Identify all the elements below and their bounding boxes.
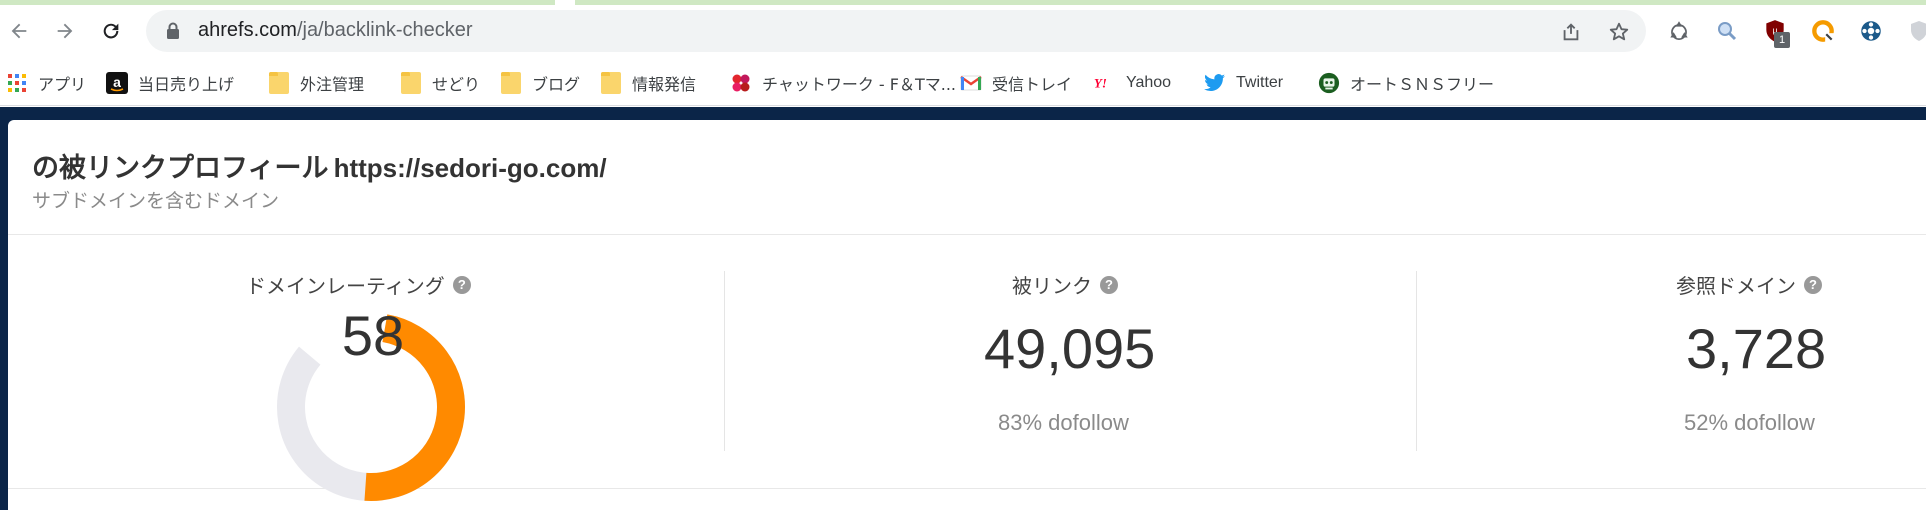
browser-toolbar: ahrefs.com/ja/backlink-checker μ 1 — [0, 0, 1926, 62]
reload-button[interactable] — [92, 12, 130, 50]
bookmark-label: オートＳＮＳフリー — [1350, 75, 1495, 94]
amazon-icon: a — [106, 72, 128, 94]
help-icon[interactable]: ? — [1100, 275, 1118, 294]
bookmark-label: 当日売り上げ — [138, 75, 235, 94]
forward-button[interactable] — [46, 12, 84, 50]
url-host: ahrefs.com — [198, 19, 297, 41]
recycle-extension-icon[interactable] — [1664, 16, 1694, 46]
section-divider — [8, 234, 1926, 235]
backlinks-value: 49,095 — [984, 317, 1156, 380]
bookmark-label: 受信トレイ — [992, 75, 1073, 94]
backlinks-label: 被リンク ? — [1012, 270, 1118, 299]
bookmark-label: ブログ — [532, 75, 581, 94]
bookmark-label: チャットワーク - F＆Tマ... — [762, 75, 957, 94]
bookmark-sedori[interactable]: せどり — [400, 68, 480, 98]
bookmark-label: 外注管理 — [300, 75, 365, 94]
folder-icon — [400, 72, 422, 94]
share-icon[interactable] — [1558, 19, 1584, 45]
gmail-icon — [960, 72, 982, 94]
back-arrow-icon — [11, 23, 27, 39]
ublock-extension-icon[interactable]: μ 1 — [1760, 16, 1790, 48]
page-title-url: https://sedori-go.com/ — [333, 153, 607, 183]
address-bar[interactable]: ahrefs.com/ja/backlink-checker — [146, 10, 1646, 52]
back-button[interactable] — [0, 12, 38, 50]
robot-icon — [1318, 72, 1340, 94]
page-title: の被リンクプロフィール https://sedori-go.com/ — [32, 146, 607, 185]
forward-arrow-icon — [57, 23, 73, 39]
folder-icon — [500, 72, 522, 94]
referring-domains-dofollow: 52% dofollow — [1684, 410, 1815, 435]
url-path: /ja/backlink-checker — [296, 19, 473, 41]
shield-extension-icon[interactable] — [1904, 16, 1926, 46]
bookmark-chatwork[interactable]: チャットワーク - F＆Tマ... — [730, 68, 956, 98]
domain-rating-label: ドメインレーティング ? — [246, 270, 471, 299]
tab-strip-accent — [0, 0, 555, 5]
bookmark-label: Twitter — [1236, 74, 1284, 91]
bookmark-outsourcing[interactable]: 外注管理 — [268, 68, 364, 98]
metric-divider — [724, 271, 725, 451]
bookmark-label: せどり — [432, 75, 481, 94]
metric-label-text: ドメインレーティング — [246, 274, 445, 298]
folder-icon — [268, 72, 290, 94]
bookmark-label: Yahoo — [1126, 74, 1172, 91]
bookmark-apps[interactable]: アプリ — [6, 68, 86, 98]
bookmark-daily-sales[interactable]: a 当日売り上げ — [106, 68, 234, 98]
bookmark-label: 情報発信 — [632, 75, 697, 94]
domain-rating-value: 58 — [341, 304, 405, 367]
url-text[interactable]: ahrefs.com/ja/backlink-checker — [198, 19, 473, 42]
bookmark-auto-sns[interactable]: オートＳＮＳフリー — [1318, 68, 1494, 98]
bookmark-label: アプリ — [38, 75, 87, 94]
referring-domains-value: 3,728 — [1686, 317, 1827, 380]
bookmarks-bar: アプリ a 当日売り上げ 外注管理 せどり ブログ 情報発信 チャットワーク -… — [0, 62, 1926, 106]
folder-icon — [600, 72, 622, 94]
yahoo-icon: Y! — [1094, 72, 1116, 94]
metric-label-text: 被リンク — [1012, 274, 1092, 298]
blue-circle-extension-icon[interactable] — [1856, 16, 1886, 46]
bookmark-star-icon[interactable] — [1606, 19, 1632, 45]
backlink-profile-card: の被リンクプロフィール https://sedori-go.com/ サブドメイ… — [8, 120, 1926, 510]
lock-icon — [166, 22, 180, 44]
referring-domains-label: 参照ドメイン ? — [1676, 270, 1822, 299]
help-icon[interactable]: ? — [452, 275, 471, 294]
bookmark-yahoo[interactable]: Y! Yahoo — [1094, 68, 1171, 98]
chatwork-icon — [730, 72, 752, 94]
metric-divider — [1416, 271, 1417, 451]
extension-badge: 1 — [1774, 32, 1790, 48]
metric-label-text: 参照ドメイン — [1676, 274, 1796, 298]
magnifier-extension-icon[interactable] — [1712, 16, 1742, 46]
svg-text:Y!: Y! — [1094, 77, 1107, 91]
bookmark-blog[interactable]: ブログ — [500, 68, 580, 98]
backlinks-dofollow: 83% dofollow — [998, 410, 1129, 435]
apps-grid-icon — [6, 72, 28, 94]
tab-strip-accent — [575, 0, 1926, 5]
svg-text:a: a — [113, 74, 121, 90]
bookmark-info-broadcast[interactable]: 情報発信 — [600, 68, 696, 98]
reload-icon — [103, 23, 119, 39]
orange-ring-extension-icon[interactable] — [1808, 16, 1838, 46]
bookmark-twitter[interactable]: Twitter — [1204, 68, 1283, 98]
bookmark-inbox[interactable]: 受信トレイ — [960, 68, 1072, 98]
twitter-icon — [1204, 72, 1226, 94]
page-subtitle: サブドメインを含むドメイン — [32, 190, 280, 212]
help-icon[interactable]: ? — [1804, 275, 1822, 294]
page-title-label: の被リンクプロフィール — [32, 153, 329, 184]
